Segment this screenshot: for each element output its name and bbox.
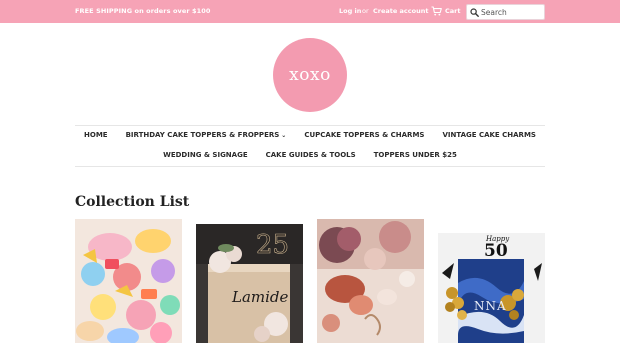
collection-tile-gold-name-cake[interactable]: 25 Lamide <box>196 224 303 343</box>
create-account-link[interactable]: Create account <box>373 7 428 15</box>
free-shipping-promo: FREE SHIPPING on orders over $100 <box>75 7 211 15</box>
search-icon[interactable] <box>467 5 481 19</box>
cake-topper-number: 50 <box>484 241 508 261</box>
announcement-bar: FREE SHIPPING on orders over $100 Log in… <box>0 0 620 23</box>
nav-birthday-cake-toppers[interactable]: BIRTHDAY CAKE TOPPERS & FROPPERS ⌄ <box>126 131 287 139</box>
cake-topper-number: 25 <box>256 230 290 261</box>
page-title: Collection List <box>75 194 190 210</box>
collection-tile-floral-initial-cake[interactable] <box>317 219 424 343</box>
main-nav-row-2: WEDDING & SIGNAGE CAKE GUIDES & TOOLS TO… <box>75 151 545 159</box>
cake-letters: NNA <box>474 299 507 313</box>
login-link[interactable]: Log in <box>339 7 361 15</box>
nav-toppers-under-25[interactable]: TOPPERS UNDER $25 <box>374 151 457 159</box>
collection-tile-blue-fifty-cake[interactable]: Happy 50 NNA <box>438 233 545 343</box>
logo-text: xoxo <box>289 65 331 85</box>
chevron-down-icon: ⌄ <box>281 132 287 139</box>
search-box[interactable] <box>466 4 545 20</box>
search-input[interactable] <box>481 7 541 17</box>
nav-cupcake-toppers[interactable]: CUPCAKE TOPPERS & CHARMS <box>304 131 424 139</box>
cake-topper-name: Lamide <box>232 288 289 306</box>
cart-icon <box>431 6 442 16</box>
floral-initial-cake-image <box>317 219 424 343</box>
nav-wedding-signage[interactable]: WEDDING & SIGNAGE <box>163 151 248 159</box>
cart-link[interactable]: Cart <box>431 5 460 17</box>
collection-tile-colorful-number-cake[interactable] <box>75 219 182 343</box>
nav-home[interactable]: HOME <box>84 131 108 139</box>
nav-top-divider <box>75 125 545 126</box>
or-separator: or <box>362 7 369 15</box>
nav-vintage-cake-charms[interactable]: VINTAGE CAKE CHARMS <box>442 131 536 139</box>
nav-bottom-divider <box>75 166 545 167</box>
colorful-number-cake-image <box>75 219 182 343</box>
store-logo[interactable]: xoxo <box>273 38 347 112</box>
nav-cake-guides-tools[interactable]: CAKE GUIDES & TOOLS <box>266 151 356 159</box>
cart-label: Cart <box>445 7 461 15</box>
main-nav-row-1: HOME BIRTHDAY CAKE TOPPERS & FROPPERS ⌄ C… <box>75 131 545 139</box>
